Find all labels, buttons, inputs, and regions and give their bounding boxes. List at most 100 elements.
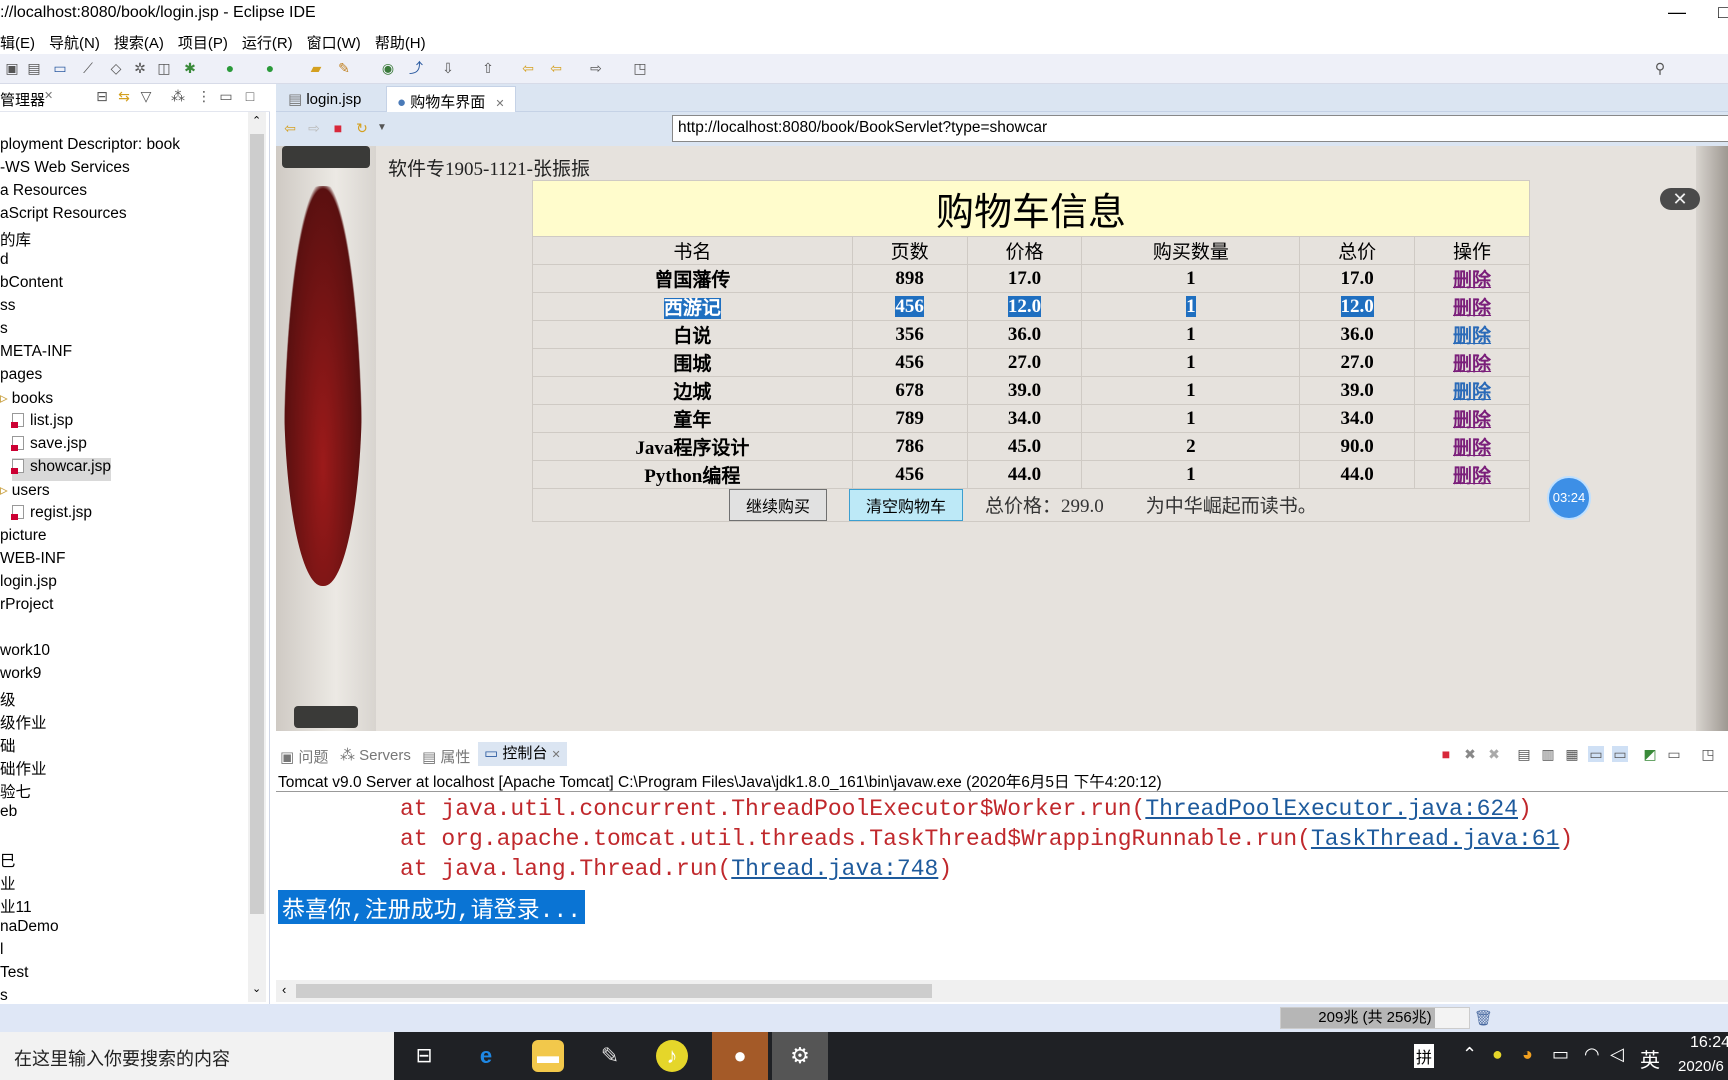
pin-console-icon[interactable]: ◩ — [1642, 746, 1658, 762]
tree-item[interactable]: login.jsp — [0, 573, 57, 596]
battery-icon[interactable]: ▭ — [1552, 1044, 1569, 1065]
clear-cart-button[interactable]: 清空购物车 — [849, 489, 964, 521]
tree-item[interactable]: 业 — [0, 872, 16, 895]
tree-item[interactable]: 础 — [0, 734, 16, 757]
show-stderr-icon[interactable]: ▭ — [1612, 746, 1628, 762]
new-servlet-icon[interactable]: ✲ — [132, 60, 148, 76]
open-folder-icon[interactable]: ▰ — [308, 60, 324, 76]
terminal-icon[interactable]: ▭ — [52, 60, 68, 76]
tree-item[interactable]: eb — [0, 803, 17, 826]
menu-project[interactable]: 项目(P) — [178, 30, 228, 54]
tree-item[interactable]: s — [0, 320, 8, 343]
build-icon[interactable]: ✎ — [336, 60, 352, 76]
tree-scrollbar[interactable]: ⌃ ⌄ — [248, 112, 266, 1002]
delete-link[interactable]: 删除 — [1453, 298, 1491, 319]
tree-item[interactable]: ▹ books — [0, 389, 53, 412]
tree-item[interactable]: bContent — [0, 274, 63, 297]
delete-link[interactable]: 删除 — [1453, 354, 1491, 375]
tree-item[interactable]: 验七 — [0, 780, 31, 803]
tree-item[interactable]: work10 — [0, 642, 50, 665]
remove-all-icon[interactable]: ✖ — [1486, 746, 1502, 762]
source-link[interactable]: Thread.java:748 — [731, 856, 938, 882]
display-console-icon[interactable]: ▭ — [1666, 746, 1682, 762]
eclipse-icon[interactable]: ⚙ — [772, 1032, 828, 1080]
source-link[interactable]: TaskThread.java:61 — [1311, 826, 1559, 852]
tree-item[interactable]: l — [0, 941, 3, 964]
tree-item[interactable]: 级 — [0, 688, 16, 711]
tree-item[interactable]: aScript Resources — [0, 205, 127, 228]
filter-icon[interactable]: ▽ — [138, 88, 154, 104]
run-icon[interactable]: ● — [222, 60, 238, 76]
project-explorer-title[interactable]: 管理器 — [0, 89, 45, 110]
console-hscrollbar[interactable]: ‹ — [276, 980, 1728, 1002]
tree-item[interactable]: showcar.jsp — [11, 458, 111, 481]
forward-icon[interactable]: ⇨ — [306, 120, 322, 136]
search-type-icon[interactable]: ⤴ — [408, 60, 424, 76]
tree-item[interactable]: rProject — [0, 596, 53, 619]
tree-item[interactable]: 础作业 — [0, 757, 47, 780]
source-link[interactable]: ThreadPoolExecutor.java:624 — [1145, 796, 1518, 822]
qqmusic-icon[interactable]: ♪ — [656, 1040, 688, 1072]
word-wrap-icon[interactable]: ▦ — [1564, 746, 1580, 762]
wifi-icon[interactable]: ◠ — [1584, 1044, 1600, 1065]
clock-time[interactable]: 16:24 — [1690, 1034, 1728, 1052]
menu-help[interactable]: 帮助(H) — [375, 30, 426, 54]
task-view-icon[interactable]: ⊟ — [408, 1040, 440, 1072]
debug-icon[interactable]: ✱ — [182, 60, 198, 76]
tab-servers[interactable]: ⁂ Servers — [340, 746, 411, 764]
clock-date[interactable]: 2020/6 — [1678, 1058, 1724, 1075]
scroll-down-icon[interactable]: ⌄ — [252, 982, 261, 995]
tree-scrollbar-thumb[interactable] — [250, 134, 264, 914]
last-edit-icon[interactable]: ⇦ — [520, 60, 536, 76]
next-annotation-icon[interactable]: ⇩ — [440, 60, 456, 76]
menu-edit[interactable]: 辑(E) — [0, 30, 35, 54]
tab-console[interactable]: ▭ 控制台 ✕ — [478, 742, 567, 766]
console-hscrollbar-thumb[interactable] — [296, 984, 932, 998]
menu-window[interactable]: 窗口(W) — [307, 30, 361, 54]
remove-launch-icon[interactable]: ✖ — [1462, 746, 1478, 762]
close-tab-icon[interactable]: ✕ — [552, 749, 561, 761]
tree-item[interactable]: Test — [0, 964, 28, 987]
menu-search[interactable]: 搜索(A) — [114, 30, 164, 54]
tree-item[interactable]: list.jsp — [11, 412, 73, 435]
language-indicator[interactable]: 英 — [1640, 1044, 1660, 1073]
stop-icon[interactable]: ■ — [330, 120, 346, 136]
maximize-button[interactable]: □ — [1718, 2, 1728, 23]
tree-item[interactable]: d — [0, 251, 9, 274]
terminate-icon[interactable]: ■ — [1438, 746, 1454, 762]
scroll-up-icon[interactable]: ⌃ — [252, 114, 261, 127]
tree-item[interactable]: regist.jsp — [11, 504, 92, 527]
new-file-icon[interactable]: ◫ — [156, 60, 172, 76]
delete-link[interactable]: 删除 — [1453, 438, 1491, 459]
menu-run[interactable]: 运行(R) — [242, 30, 293, 54]
search-icon[interactable]: ⚲ — [1652, 60, 1668, 76]
tree-item[interactable]: picture — [0, 527, 47, 550]
close-icon[interactable]: ✕ — [44, 89, 53, 102]
maximize-view-icon[interactable]: □ — [242, 88, 258, 104]
console-output[interactable]: at java.util.concurrent.ThreadPoolExecut… — [276, 792, 1728, 980]
delete-link[interactable]: 删除 — [1453, 466, 1491, 487]
edge-icon[interactable]: e — [470, 1040, 502, 1072]
chevron-down-icon[interactable]: ▼ — [374, 120, 390, 136]
delete-link[interactable]: 删除 — [1453, 410, 1491, 431]
forward-icon[interactable]: ⇨ — [588, 60, 604, 76]
trash-icon[interactable]: 🗑 — [1474, 1009, 1493, 1027]
tree-item[interactable]: ▹ users — [0, 481, 50, 504]
scroll-lock-icon[interactable]: ▥ — [1540, 746, 1556, 762]
back-icon[interactable]: ⇦ — [548, 60, 564, 76]
link-editor-icon[interactable]: ⇆ — [116, 88, 132, 104]
external-tools-icon[interactable]: ● — [262, 60, 278, 76]
tree-item[interactable]: 级作业 — [0, 711, 47, 734]
tab-login-jsp[interactable]: ▤ login.jsp — [278, 86, 371, 112]
focus-icon[interactable]: ⁂ — [170, 88, 186, 104]
app-avatar-icon[interactable]: ● — [712, 1032, 768, 1080]
tree-item[interactable]: ss — [0, 297, 16, 320]
file-explorer-icon[interactable]: ▬ — [532, 1040, 564, 1072]
tree-item[interactable]: ployment Descriptor: book — [0, 136, 180, 159]
tree-item[interactable]: 业11 — [0, 895, 32, 918]
tree-item[interactable]: a Resources — [0, 182, 87, 205]
minimize-view-icon[interactable]: ▭ — [218, 88, 234, 104]
tree-item[interactable]: META-INF — [0, 343, 72, 366]
tree-item[interactable]: work9 — [0, 665, 41, 688]
tree-item[interactable]: WEB-INF — [0, 550, 65, 573]
